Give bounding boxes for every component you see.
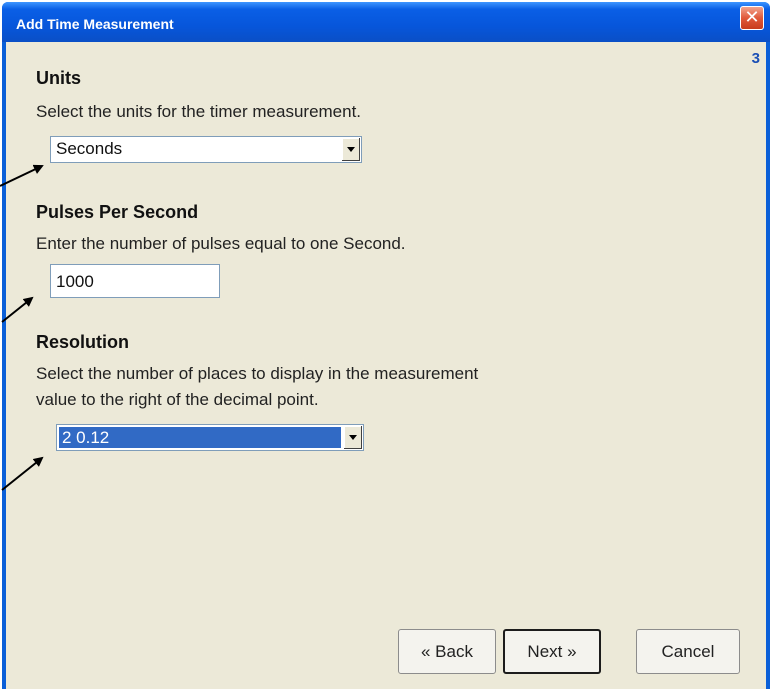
resolution-heading: Resolution bbox=[36, 332, 129, 352]
pulses-input-value: 1000 bbox=[56, 272, 94, 291]
chevron-down-icon[interactable] bbox=[341, 138, 360, 161]
resolution-description-line2: value to the right of the decimal point. bbox=[36, 390, 319, 409]
resolution-description-line1: Select the number of places to display i… bbox=[36, 364, 479, 383]
page-number: 3 bbox=[751, 50, 760, 67]
cancel-button[interactable]: Cancel bbox=[636, 629, 740, 674]
resolution-dropdown[interactable]: 2 0.12 bbox=[56, 424, 364, 451]
title-bar[interactable]: Add Time Measurement ✕ bbox=[2, 2, 770, 42]
chevron-down-icon[interactable] bbox=[343, 426, 362, 449]
units-description: Select the units for the timer measureme… bbox=[36, 102, 362, 121]
close-icon: ✕ bbox=[744, 7, 760, 28]
units-dropdown[interactable]: Seconds bbox=[50, 136, 362, 163]
next-button[interactable]: Next » bbox=[503, 629, 601, 674]
units-heading: Units bbox=[36, 68, 81, 88]
pulses-description: Enter the number of pulses equal to one … bbox=[36, 234, 406, 253]
resolution-selected-value: 2 0.12 bbox=[59, 427, 341, 448]
close-button[interactable]: ✕ bbox=[740, 6, 764, 30]
pulses-heading: Pulses Per Second bbox=[36, 202, 199, 222]
back-button[interactable]: « Back bbox=[398, 629, 496, 674]
dialog-body: 3 Units Select the units for the timer m… bbox=[6, 42, 766, 689]
dialog-window: Add Time Measurement ✕ 3 Units Select th… bbox=[2, 2, 770, 689]
window-title: Add Time Measurement bbox=[16, 16, 174, 32]
units-selected-value: Seconds bbox=[56, 139, 123, 158]
pulses-input[interactable]: 1000 bbox=[50, 264, 220, 298]
